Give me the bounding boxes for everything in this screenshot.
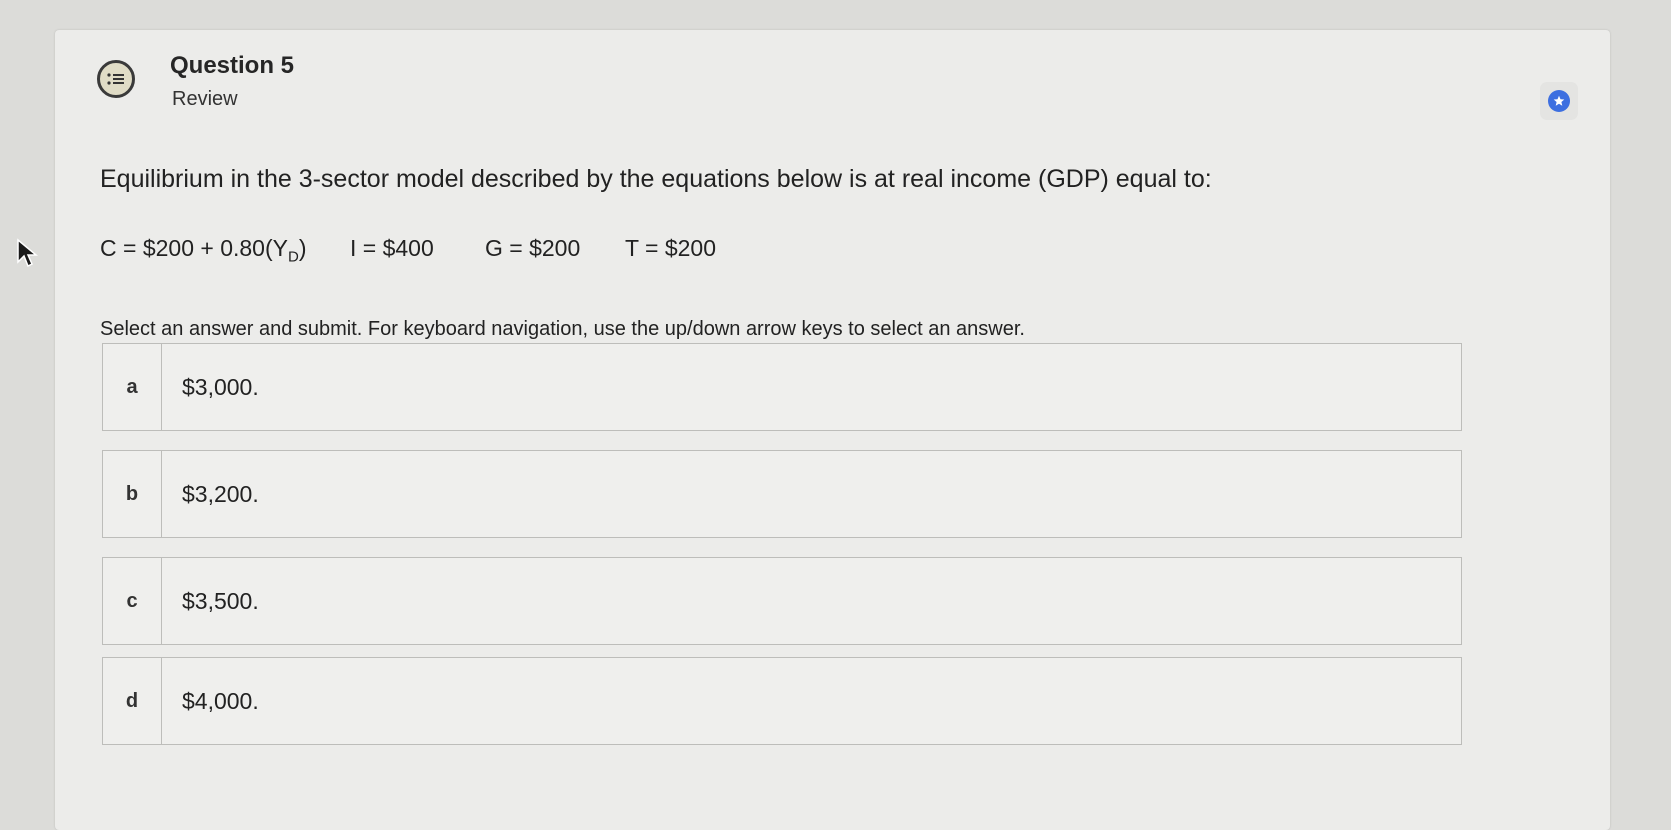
- question-title: Question 5: [170, 52, 295, 79]
- taxes-equation: T = $200: [625, 235, 717, 261]
- question-list-icon: [97, 60, 135, 98]
- star-icon: [1548, 90, 1570, 112]
- answer-option-d[interactable]: d $4,000.: [102, 657, 1462, 745]
- option-text: $4,000.: [182, 687, 259, 714]
- question-prompt: Equilibrium in the 3-sector model descri…: [100, 165, 1212, 193]
- option-text: $3,500.: [182, 587, 259, 614]
- option-text: $3,200.: [182, 480, 259, 507]
- option-text: $3,000.: [182, 373, 259, 400]
- consumption-equation: C = $200 + 0.80(YD): [100, 235, 307, 266]
- option-letter: d: [103, 658, 162, 744]
- option-letter: c: [103, 558, 162, 644]
- answer-option-c[interactable]: c $3,500.: [102, 557, 1462, 645]
- question-subtitle: Review: [172, 88, 238, 110]
- answer-option-a[interactable]: a $3,000.: [102, 343, 1462, 431]
- option-letter: a: [103, 344, 162, 430]
- investment-equation: I = $400: [350, 235, 434, 261]
- answer-instructions: Select an answer and submit. For keyboar…: [100, 318, 1025, 340]
- answer-option-b[interactable]: b $3,200.: [102, 450, 1462, 538]
- question-card: Question 5 Review Equilibrium in the 3-s…: [55, 30, 1610, 830]
- government-equation: G = $200: [485, 235, 581, 261]
- mouse-cursor-icon: [16, 238, 39, 273]
- option-letter: b: [103, 451, 162, 537]
- flag-question-button[interactable]: [1540, 82, 1578, 120]
